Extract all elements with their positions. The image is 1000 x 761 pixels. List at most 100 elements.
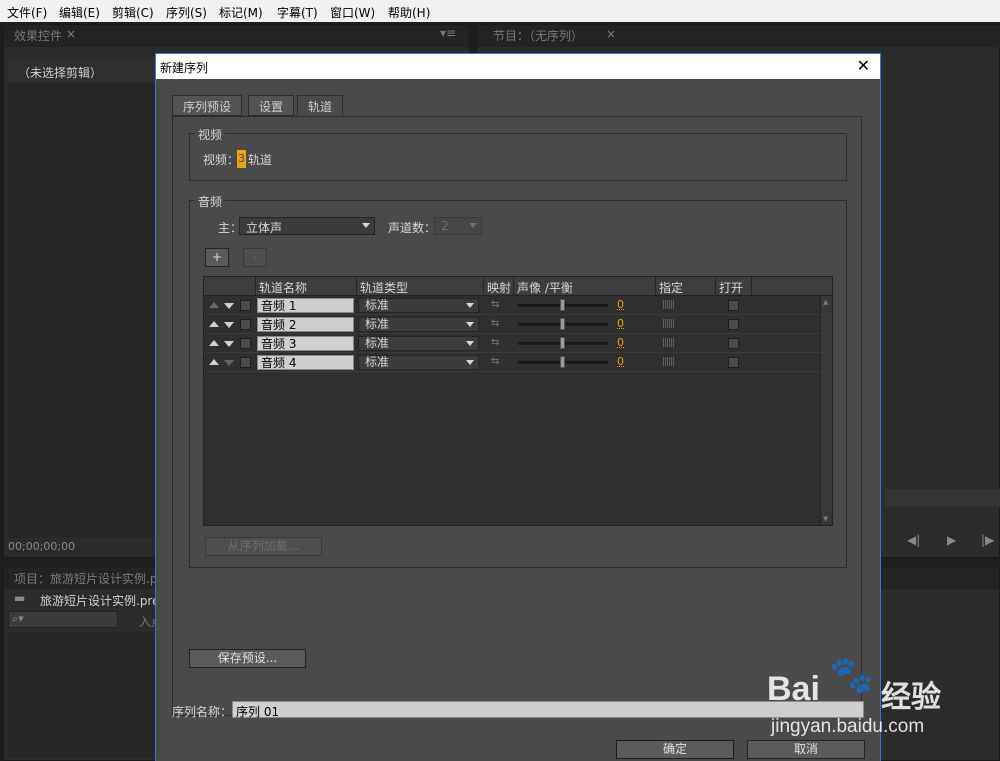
- assign-icon[interactable]: ||||||: [662, 319, 675, 329]
- menu-help[interactable]: 帮助(H): [388, 4, 430, 21]
- pan-knob[interactable]: [560, 318, 565, 330]
- move-down-icon[interactable]: [224, 322, 234, 328]
- chevron-down-icon: [466, 322, 474, 327]
- step-back-icon[interactable]: ◀|: [907, 533, 920, 547]
- menu-edit[interactable]: 编辑(E): [59, 4, 100, 21]
- move-up-icon[interactable]: [209, 340, 219, 346]
- panel-menu-icon[interactable]: ▾≡: [440, 26, 456, 40]
- map-icon[interactable]: ⇆: [491, 337, 499, 348]
- track-type-value: 标准: [365, 336, 390, 350]
- menu-bar: 文件(F) 编辑(E) 剪辑(C) 序列(S) 标记(M) 字幕(T) 窗口(W…: [0, 0, 1000, 22]
- pan-value[interactable]: 0: [617, 355, 624, 368]
- row-checkbox[interactable]: [240, 338, 251, 349]
- menu-window[interactable]: 窗口(W): [330, 4, 375, 21]
- video-label: 视频：: [203, 153, 240, 167]
- transport-controls: ◀| ▶ |▶: [889, 530, 999, 554]
- header-map: 映射: [487, 281, 512, 295]
- pan-knob[interactable]: [560, 337, 565, 349]
- move-up-icon[interactable]: [209, 302, 219, 308]
- chevron-down-icon: [362, 223, 370, 228]
- track-name-field[interactable]: 音频 1: [257, 298, 354, 313]
- map-icon[interactable]: ⇆: [491, 318, 499, 329]
- assign-icon[interactable]: ||||||: [662, 338, 675, 348]
- video-track-count[interactable]: 3: [237, 150, 246, 168]
- pan-knob[interactable]: [560, 356, 565, 368]
- track-type-select[interactable]: 标准: [358, 298, 479, 313]
- project-tab[interactable]: 项目：旅游短片设计实例.pr: [14, 570, 162, 587]
- open-checkbox[interactable]: [728, 319, 739, 330]
- close-icon[interactable]: ×: [606, 27, 616, 41]
- header-pan-balance: 声像 /平衡: [517, 281, 573, 295]
- master-value: 立体声: [246, 221, 283, 235]
- ok-button[interactable]: 确定: [616, 740, 734, 759]
- close-icon[interactable]: ×: [66, 27, 76, 41]
- channels-dropdown[interactable]: 2: [434, 217, 482, 235]
- move-down-icon[interactable]: [224, 360, 234, 366]
- move-down-icon[interactable]: [224, 303, 234, 309]
- move-up-icon[interactable]: [209, 359, 219, 365]
- track-type-value: 标准: [365, 355, 390, 369]
- search-icon: ⌕▾: [12, 612, 24, 625]
- save-preset-button[interactable]: 保存预设...: [189, 649, 306, 668]
- track-type-select[interactable]: 标准: [358, 336, 479, 351]
- pan-value[interactable]: 0: [617, 298, 624, 311]
- scroll-down-icon[interactable]: ▼: [823, 515, 828, 523]
- menu-sequence[interactable]: 序列(S): [166, 4, 207, 21]
- row-checkbox[interactable]: [240, 319, 251, 330]
- track-type-select[interactable]: 标准: [358, 355, 479, 370]
- track-type-select[interactable]: 标准: [358, 317, 479, 332]
- master-dropdown[interactable]: 立体声: [239, 217, 375, 235]
- play-icon[interactable]: ▶: [947, 533, 956, 547]
- chevron-down-icon: [466, 341, 474, 346]
- no-clip-label: （未选择剪辑）: [18, 66, 103, 80]
- track-name-field[interactable]: 音频 3: [257, 336, 354, 351]
- header-track-type: 轨道类型: [360, 281, 409, 295]
- load-from-sequence-button[interactable]: 从序列加载...: [205, 537, 322, 556]
- move-down-icon[interactable]: [224, 341, 234, 347]
- video-group: 视频 视频： 3 轨道: [189, 126, 847, 181]
- map-icon[interactable]: ⇆: [491, 299, 499, 310]
- sequence-name-label: 序列名称：: [172, 705, 233, 719]
- channels-label: 声道数：: [388, 221, 437, 235]
- step-forward-icon[interactable]: |▶: [981, 533, 994, 547]
- row-checkbox[interactable]: [240, 357, 251, 368]
- pan-knob[interactable]: [560, 299, 565, 311]
- add-track-button[interactable]: +: [205, 248, 229, 267]
- tab-settings[interactable]: 设置: [248, 95, 295, 116]
- watermark-suffix: 经验: [881, 680, 941, 715]
- track-name-field[interactable]: 音频 4: [257, 355, 354, 370]
- open-checkbox[interactable]: [728, 357, 739, 368]
- track-type-value: 标准: [365, 298, 390, 312]
- dialog-titlebar: 新建序列 ✕: [156, 54, 880, 79]
- map-icon[interactable]: ⇆: [491, 356, 499, 367]
- header-track-name: 轨道名称: [259, 281, 308, 295]
- row-checkbox[interactable]: [240, 300, 251, 311]
- close-icon[interactable]: ✕: [857, 56, 870, 75]
- search-input[interactable]: ⌕▾: [8, 611, 118, 628]
- menu-file[interactable]: 文件(F): [7, 4, 47, 21]
- menu-clip[interactable]: 剪辑(C): [112, 4, 154, 21]
- menu-marker[interactable]: 标记(M): [219, 4, 263, 21]
- program-tab[interactable]: 节目：（无序列）: [493, 27, 583, 44]
- open-checkbox[interactable]: [728, 300, 739, 311]
- assign-icon[interactable]: ||||||: [662, 357, 675, 367]
- remove-track-button[interactable]: -: [243, 248, 267, 267]
- move-up-icon[interactable]: [209, 321, 219, 327]
- pan-value[interactable]: 0: [617, 336, 624, 349]
- scroll-up-icon[interactable]: ▲: [823, 298, 828, 306]
- menu-title[interactable]: 字幕(T): [277, 4, 318, 21]
- track-name-field[interactable]: 音频 2: [257, 317, 354, 332]
- tab-tracks[interactable]: 轨道: [297, 95, 344, 117]
- open-checkbox[interactable]: [728, 338, 739, 349]
- tab-sequence-presets[interactable]: 序列预设: [172, 95, 243, 116]
- header-open: 打开: [719, 281, 744, 295]
- assign-icon[interactable]: ||||||: [662, 300, 675, 310]
- audio-group: 音频 主： 立体声 声道数： 2 + - 轨道名称 轨道类型 映射 声像 /平衡: [189, 193, 847, 568]
- folder-icon: ▬: [14, 591, 26, 605]
- effect-controls-tab[interactable]: 效果控件: [14, 27, 62, 44]
- chevron-down-icon: [469, 223, 477, 228]
- pan-value[interactable]: 0: [617, 317, 624, 330]
- baidu-watermark: Bai 🐾 经验 jingyan.baidu.com: [765, 652, 1000, 761]
- table-row: 音频 1 标准 ⇆ 0 ||||||: [204, 296, 822, 315]
- project-name: 旅游短片设计实例.pre: [40, 594, 160, 608]
